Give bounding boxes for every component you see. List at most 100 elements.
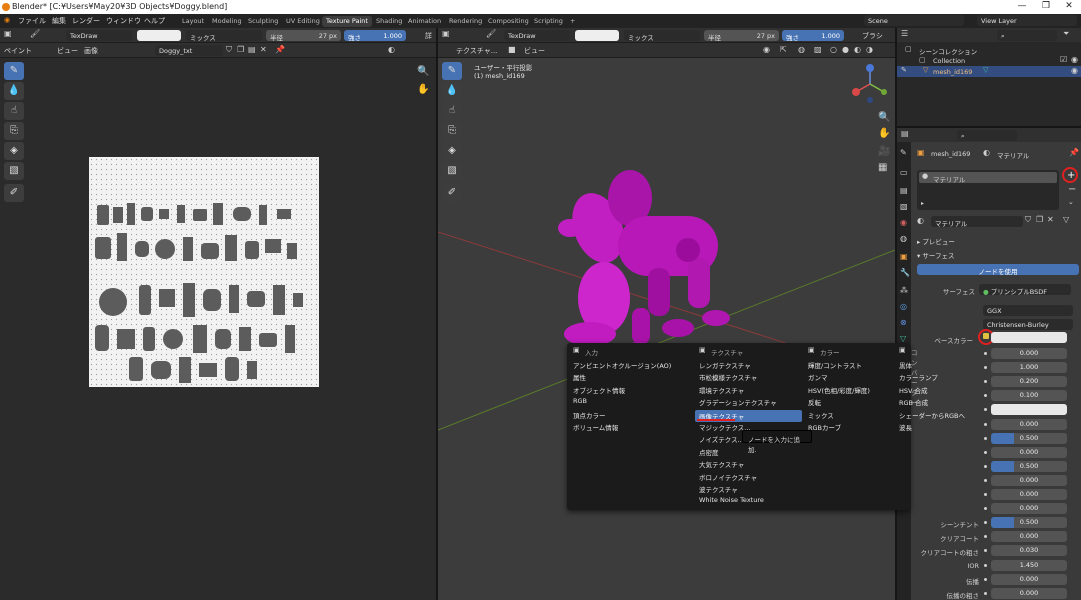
eye-icon[interactable]: ◉ — [1071, 55, 1078, 64]
constraints-tab-icon[interactable]: ⊗ — [900, 318, 907, 327]
scene-selector[interactable]: Scene — [864, 15, 964, 26]
property-value-field[interactable]: 0.000 — [991, 588, 1067, 599]
property-value-field[interactable]: 0.000 — [991, 574, 1067, 585]
property-value-field[interactable]: 0.100 — [991, 390, 1067, 401]
physics-tab-icon[interactable]: ◎ — [900, 302, 907, 311]
tab-modeling[interactable]: Modeling — [208, 16, 246, 27]
use-nodes-button[interactable]: ノードを使用 — [917, 264, 1079, 276]
annotate-tool-button[interactable]: ✐ — [442, 184, 462, 202]
socket-icon[interactable] — [984, 592, 987, 595]
menu-item[interactable]: ガンマ — [808, 372, 828, 382]
brush-menu[interactable]: ブラシ — [862, 31, 883, 41]
outliner-search-field[interactable]: ⌕ — [997, 30, 1057, 41]
menu-view[interactable]: ビュー — [524, 46, 545, 56]
camera-icon[interactable]: 🎥 — [878, 146, 890, 157]
data-tab-icon[interactable]: ▽ — [900, 334, 906, 343]
menu-view[interactable]: ビュー — [57, 46, 78, 56]
brush-color-swatch[interactable] — [575, 30, 619, 41]
menu-item[interactable]: HSV 合成 — [899, 385, 928, 395]
socket-icon[interactable] — [984, 408, 987, 411]
shading-rendered-icon[interactable]: ◑ — [866, 45, 873, 54]
strength-pressure-toggle[interactable]: 詳 — [425, 31, 432, 41]
menu-item[interactable]: 波テクスチャ — [699, 484, 738, 494]
socket-icon[interactable] — [984, 451, 987, 454]
zoom-icon[interactable]: 🔍 — [417, 66, 429, 77]
unlink-image-icon[interactable]: ✕ — [260, 45, 267, 54]
socket-icon[interactable] — [984, 465, 987, 468]
shading-wire-icon[interactable]: ○ — [830, 45, 837, 54]
property-value-field[interactable]: 0.000 — [991, 503, 1067, 514]
property-value-field[interactable]: 0.000 — [991, 475, 1067, 486]
overlay-icon[interactable]: ◍ — [798, 45, 805, 54]
smear-tool-button[interactable]: ☝ — [4, 102, 24, 120]
menu-item[interactable]: ミックス — [808, 410, 834, 420]
menu-window[interactable]: ウィンドウ — [106, 16, 141, 26]
menu-help[interactable]: ヘルプ — [144, 16, 165, 26]
menu-item[interactable]: 黒体 — [899, 360, 912, 370]
clone-tool-button[interactable]: ⎘ — [442, 122, 462, 140]
scene-tab-icon[interactable]: ◉ — [900, 218, 907, 227]
tab-sculpting[interactable]: Sculpting — [244, 16, 282, 27]
material-slot-list[interactable]: ● マテリアル ▸ — [917, 170, 1059, 210]
brush-name-field[interactable]: TexDraw — [66, 30, 132, 41]
filter-icon[interactable]: ⏷ — [1063, 29, 1069, 39]
slot-menu-icon[interactable]: ⌄ — [1068, 198, 1074, 206]
menu-item[interactable]: グラデーションテクスチャ — [699, 397, 777, 407]
editor-type-icon[interactable]: ☰ — [901, 29, 908, 38]
navigation-gizmo[interactable] — [848, 62, 892, 106]
base-color-swatch[interactable] — [991, 332, 1067, 343]
annotate-tool-button[interactable]: ✐ — [4, 184, 24, 202]
open-image-icon[interactable]: ▤ — [248, 45, 256, 54]
draw-tool-button[interactable]: ✎ — [442, 62, 462, 80]
socket-icon[interactable] — [984, 507, 987, 510]
properties-search-field[interactable]: ⌕ — [957, 130, 1017, 141]
collection-label[interactable]: Collection — [933, 57, 965, 65]
material-slot-item[interactable]: ● マテリアル — [919, 172, 1057, 184]
socket-icon[interactable] — [984, 549, 987, 552]
add-workspace-button[interactable]: + — [566, 16, 579, 27]
socket-icon[interactable] — [984, 535, 987, 538]
surface-section[interactable]: ▾ サーフェス — [917, 250, 954, 260]
output-tab-icon[interactable]: ▤ — [900, 186, 908, 195]
clone-tool-button[interactable]: ⎘ — [4, 122, 24, 140]
menu-item[interactable]: RGBカーブ — [808, 422, 841, 432]
mask-toggle-icon[interactable]: ■ — [508, 45, 516, 54]
pin-icon[interactable]: 📌 — [275, 45, 285, 54]
menu-render[interactable]: レンダー — [72, 16, 100, 26]
shading-solid-icon[interactable]: ● — [842, 45, 849, 54]
menu-item[interactable]: White Noise Texture — [699, 496, 764, 504]
property-value-field[interactable]: 1.450 — [991, 560, 1067, 571]
blend-mode-select[interactable]: ミックス — [624, 30, 700, 42]
distribution-select[interactable]: GGX — [983, 305, 1073, 316]
particles-tab-icon[interactable]: ⁂ — [900, 286, 908, 295]
menu-item[interactable]: HSV(色相/彩度/輝度) — [808, 385, 870, 395]
menu-item[interactable]: カラーランプ — [899, 372, 938, 382]
pan-hand-icon[interactable]: ✋ — [878, 128, 890, 139]
world-tab-icon[interactable]: ◍ — [900, 234, 907, 243]
tab-texture-paint[interactable]: Texture Paint — [322, 16, 372, 27]
menu-edit[interactable]: 編集 — [52, 16, 66, 26]
draw-tool-button[interactable]: ✎ — [4, 62, 24, 80]
menu-image[interactable]: 画像 — [84, 46, 98, 56]
menu-item[interactable]: シェーダーからRGBへ — [899, 410, 965, 420]
image-editor-canvas[interactable]: ✎ 💧 ☝ ⎘ ◈ ▧ ✐ 🔍 ✋ — [0, 58, 436, 600]
editor-type-icon[interactable]: ▣ — [442, 29, 450, 38]
socket-icon[interactable] — [984, 352, 987, 355]
material-name-field[interactable]: マテリアル — [931, 216, 1023, 228]
socket-icon[interactable] — [984, 380, 987, 383]
brush-color-swatch[interactable] — [137, 30, 181, 41]
unlink-icon[interactable]: ✕ — [1047, 215, 1054, 224]
object-tab-icon[interactable]: ▣ — [900, 252, 908, 261]
editor-type-icon[interactable]: ▣ — [4, 29, 12, 38]
menu-item[interactable]: 波長 — [899, 422, 912, 432]
visibility-icon[interactable]: ◉ — [763, 45, 770, 54]
display-channels-icon[interactable]: ◐ — [388, 45, 395, 54]
checkbox-icon[interactable]: ☑ — [1060, 55, 1067, 64]
duplicate-icon[interactable]: ❐ — [1036, 215, 1043, 224]
socket-icon[interactable] — [984, 521, 987, 524]
list-expand-icon[interactable]: ▸ — [921, 200, 924, 207]
tab-shading[interactable]: Shading — [372, 16, 406, 27]
property-value-field[interactable]: 0.500 — [991, 517, 1067, 528]
remove-slot-button[interactable]: − — [1068, 184, 1076, 195]
outliner-row-selected[interactable]: ✎ ▽ mesh_id169 ▽ ◉ — [897, 66, 1081, 77]
